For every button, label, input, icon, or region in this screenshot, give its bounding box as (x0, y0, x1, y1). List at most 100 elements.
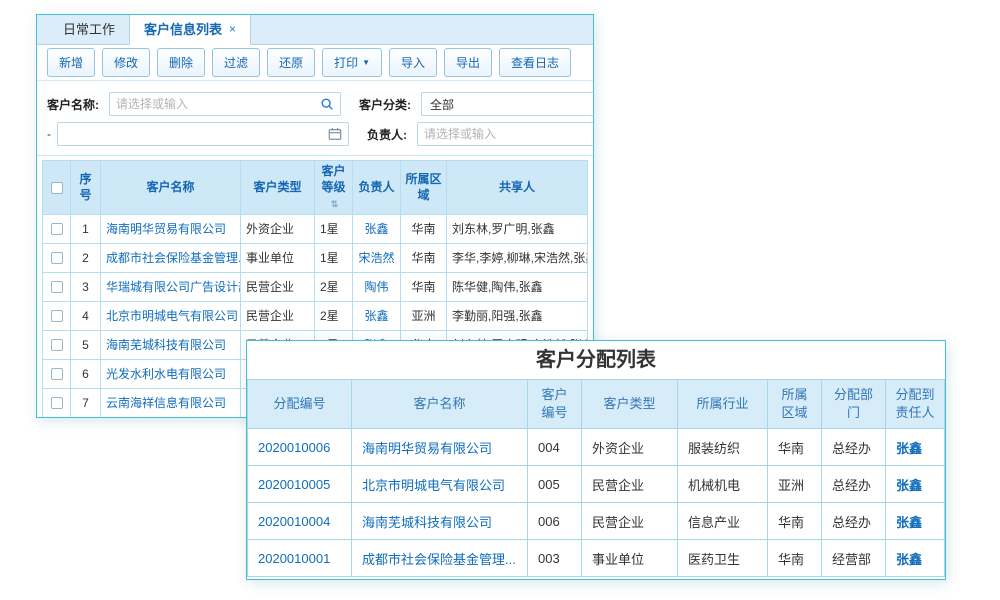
import-button[interactable]: 导入 (389, 48, 437, 77)
cell-dept: 总经办 (822, 429, 886, 466)
col-header-customer-no: 客户编号 (528, 380, 582, 429)
cell-allocation-id: 2020010001 (248, 540, 352, 577)
assignee-link[interactable]: 张鑫 (896, 515, 922, 530)
customer-name-link[interactable]: 海南芜城科技有限公司 (106, 338, 226, 352)
tab-daily-work[interactable]: 日常工作 (49, 14, 129, 44)
export-button[interactable]: 导出 (444, 48, 492, 77)
customer-category-select[interactable]: 全部 (421, 92, 594, 116)
chevron-down-icon: ▼ (362, 58, 370, 67)
cell-region: 亚洲 (768, 466, 822, 503)
cell-assignee: 张鑫 (886, 429, 945, 466)
cell-level: 2星 (315, 301, 353, 330)
customer-name-link[interactable]: 光发水利水电有限公司 (106, 367, 226, 381)
cell-dept: 经营部 (822, 540, 886, 577)
cell-region: 华南 (768, 429, 822, 466)
customer-name-link[interactable]: 成都市社会保险基金管理... (362, 552, 516, 567)
row-checkbox[interactable] (51, 368, 63, 380)
cell-customer-name: 北京市明城电气有限公司 (352, 466, 528, 503)
owner-link[interactable]: 张鑫 (364, 222, 388, 236)
table-header-row: 序号 客户名称 客户类型 客户等级⇅ 负责人 所属区域 共享人 (43, 161, 588, 215)
cell-checkbox (43, 359, 71, 388)
customer-name-link[interactable]: 海南明华贸易有限公司 (362, 441, 492, 456)
cell-name: 北京市明城电气有限公司 (101, 301, 241, 330)
col-header-type: 客户类型 (241, 161, 315, 215)
customer-category-label: 客户分类: (359, 96, 411, 113)
owner-input[interactable] (418, 127, 594, 141)
select-all-checkbox[interactable] (51, 182, 63, 194)
cell-no: 3 (71, 272, 101, 301)
cell-region: 亚洲 (401, 301, 447, 330)
row-checkbox[interactable] (51, 223, 63, 235)
allocation-id-link[interactable]: 2020010006 (258, 440, 330, 455)
cell-checkbox (43, 388, 71, 417)
row-checkbox[interactable] (51, 281, 63, 293)
owner-link[interactable]: 张鑫 (364, 309, 388, 323)
filter-button[interactable]: 过滤 (212, 48, 260, 77)
cell-checkbox (43, 330, 71, 359)
print-button[interactable]: 打印 ▼ (322, 48, 382, 77)
cell-industry: 医药卫生 (678, 540, 768, 577)
cell-no: 1 (71, 214, 101, 243)
row-checkbox[interactable] (51, 397, 63, 409)
customer-name-link[interactable]: 海南明华贸易有限公司 (106, 222, 226, 236)
allocation-row: 2020010005 北京市明城电气有限公司 005 民营企业 机械机电 亚洲 … (248, 466, 945, 503)
col-header-dept: 分配部门 (822, 380, 886, 429)
close-icon[interactable]: × (229, 23, 236, 35)
assignee-link[interactable]: 张鑫 (896, 552, 922, 567)
cell-level: 1星 (315, 243, 353, 272)
delete-button[interactable]: 删除 (157, 48, 205, 77)
cell-customer-type: 外资企业 (582, 429, 678, 466)
tab-customer-info-list[interactable]: 客户信息列表 × (129, 14, 251, 45)
row-checkbox[interactable] (51, 252, 63, 264)
customer-name-input-wrap (109, 92, 341, 116)
restore-button[interactable]: 还原 (267, 48, 315, 77)
col-header-region: 所属区域 (401, 161, 447, 215)
allocation-id-link[interactable]: 2020010005 (258, 477, 330, 492)
row-checkbox[interactable] (51, 310, 63, 322)
allocation-id-link[interactable]: 2020010004 (258, 514, 330, 529)
col-header-owner: 负责人 (353, 161, 401, 215)
customer-name-link[interactable]: 海南芜城科技有限公司 (362, 515, 492, 530)
date-input-wrap (57, 122, 349, 146)
cell-level: 2星 (315, 272, 353, 301)
customer-name-link[interactable]: 北京市明城电气有限公司 (362, 478, 505, 493)
col-header-assignee: 分配到责任人 (886, 380, 945, 429)
cell-type: 外资企业 (241, 214, 315, 243)
customer-name-link[interactable]: 成都市社会保险基金管理... (106, 251, 241, 265)
allocation-table: 分配编号 客户名称 客户编号 客户类型 所属行业 所属区域 分配部门 分配到责任… (247, 379, 945, 577)
cell-shared: 陈华健,陶伟,张鑫 (447, 272, 588, 301)
calendar-icon[interactable] (322, 127, 348, 141)
customer-name-link[interactable]: 华瑞城有限公司广告设计部 (106, 280, 241, 294)
add-button[interactable]: 新增 (47, 48, 95, 77)
search-icon[interactable] (314, 97, 340, 111)
allocation-row: 2020010004 海南芜城科技有限公司 006 民营企业 信息产业 华南 总… (248, 503, 945, 540)
cell-customer-no: 006 (528, 503, 582, 540)
col-header-industry: 所属行业 (678, 380, 768, 429)
cell-no: 7 (71, 388, 101, 417)
owner-input-wrap (417, 122, 594, 146)
cell-customer-no: 005 (528, 466, 582, 503)
customer-name-link[interactable]: 云南海祥信息有限公司 (106, 396, 226, 410)
owner-link[interactable]: 宋浩然 (358, 251, 394, 265)
cell-owner: 宋浩然 (353, 243, 401, 272)
assignee-link[interactable]: 张鑫 (896, 441, 922, 456)
allocation-id-link[interactable]: 2020010001 (258, 551, 330, 566)
cell-owner: 张鑫 (353, 214, 401, 243)
view-log-button[interactable]: 查看日志 (499, 48, 571, 77)
cell-allocation-id: 2020010005 (248, 466, 352, 503)
cell-name: 成都市社会保险基金管理... (101, 243, 241, 272)
edit-button[interactable]: 修改 (102, 48, 150, 77)
cell-dept: 总经办 (822, 466, 886, 503)
owner-link[interactable]: 陶伟 (364, 280, 388, 294)
sort-icon[interactable]: ⇅ (331, 199, 339, 209)
customer-name-link[interactable]: 北京市明城电气有限公司 (106, 309, 238, 323)
row-checkbox[interactable] (51, 339, 63, 351)
cell-owner: 张鑫 (353, 301, 401, 330)
customer-name-input[interactable] (110, 97, 314, 111)
date-range-dash: - (47, 127, 51, 141)
filter-area: 客户名称: 客户分类: 全部 - (37, 81, 593, 156)
date-input[interactable] (58, 127, 322, 141)
assignee-link[interactable]: 张鑫 (896, 478, 922, 493)
cell-name: 海南明华贸易有限公司 (101, 214, 241, 243)
col-header-level[interactable]: 客户等级⇅ (315, 161, 353, 215)
